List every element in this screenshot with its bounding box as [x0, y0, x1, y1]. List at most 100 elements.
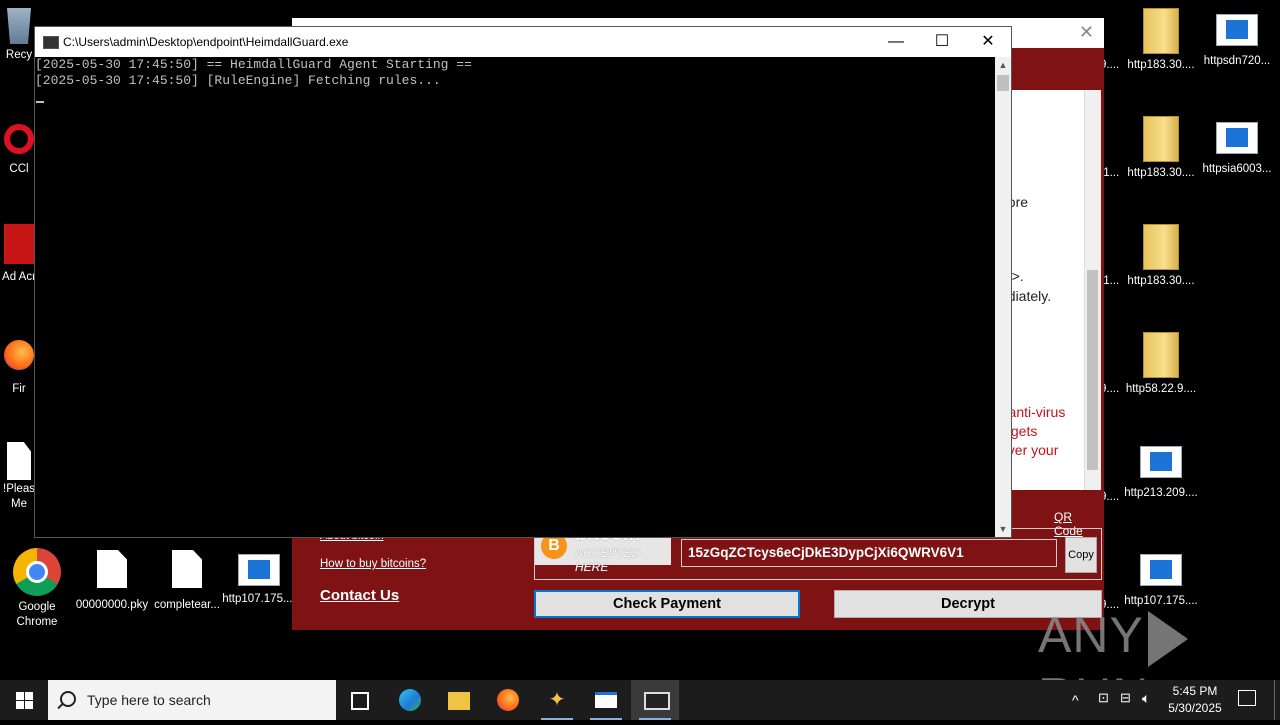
- desktop-icon-adobe-acrobat[interactable]: Ad Acr: [0, 224, 38, 285]
- taskbar-edge[interactable]: [386, 680, 434, 720]
- search-placeholder: Type here to search: [87, 692, 211, 708]
- desktop-icon-ccleaner[interactable]: CCl: [0, 120, 38, 177]
- play-logo-icon: [1147, 610, 1188, 667]
- desktop-icon-folder[interactable]: http58.22.9....: [1124, 332, 1198, 397]
- document-icon: [97, 550, 127, 588]
- text-cursor: [36, 101, 44, 103]
- desktop-icon-label: http213.209....: [1124, 487, 1198, 499]
- start-button[interactable]: [0, 680, 48, 720]
- message-scrollbar[interactable]: [1084, 90, 1101, 490]
- clock-date: 5/30/2025: [1168, 701, 1222, 715]
- taskbar-app-window[interactable]: [582, 680, 630, 720]
- close-icon[interactable]: ✕: [1079, 22, 1094, 43]
- web-shortcut-icon: [1216, 122, 1258, 154]
- desktop-icon-label: Ad Acr: [2, 271, 36, 283]
- web-shortcut-icon: [1216, 14, 1258, 46]
- minimize-button[interactable]: —: [873, 27, 919, 57]
- taskbar-console[interactable]: [631, 680, 679, 720]
- web-shortcut-icon: [1140, 446, 1182, 478]
- desktop-icon-label: Google Chrome: [16, 601, 58, 628]
- scrollbar-thumb[interactable]: [1087, 270, 1098, 470]
- firefox-icon: [497, 689, 519, 711]
- desktop-icon-recycle-bin[interactable]: Recy: [0, 8, 38, 63]
- desktop-icon-label: Recy: [5, 49, 33, 61]
- search-icon: [60, 691, 76, 707]
- tray-overflow-chevron-icon[interactable]: ^: [1072, 692, 1079, 708]
- desktop-icon-web-shortcut[interactable]: http213.209....: [1124, 440, 1198, 501]
- desktop-icon-web-shortcut[interactable]: httpsia6003...: [1200, 116, 1274, 177]
- desktop-icon-label: httpsia6003...: [1202, 163, 1272, 175]
- folder-icon: [1143, 224, 1179, 270]
- desktop-icon-label: http183.30....: [1127, 59, 1195, 71]
- desktop-icon-pky-file[interactable]: 00000000.pky: [75, 550, 149, 613]
- desktop-icon-google-chrome[interactable]: Google Chrome: [0, 548, 74, 630]
- console-line: [2025-05-30 17:45:50] [RuleEngine] Fetch…: [35, 73, 441, 88]
- folder-icon: [1143, 332, 1179, 378]
- desktop-icon-label: completear...: [154, 599, 220, 611]
- desktop-icon-folder[interactable]: http183.30....: [1124, 8, 1198, 73]
- console-line: [2025-05-30 17:45:50] == HeimdallGuard A…: [35, 57, 472, 72]
- folder-icon: [448, 692, 470, 710]
- volume-icon[interactable]: 🔈︎: [1142, 690, 1150, 707]
- scroll-up-arrow-icon[interactable]: ▲: [995, 57, 1011, 73]
- show-desktop-button[interactable]: [1274, 680, 1275, 720]
- desktop-icon-label: httpsdn720...: [1203, 55, 1271, 67]
- ccleaner-icon: [4, 124, 34, 154]
- bitcoin-address-field[interactable]: 15zGqZCTcys6eCjDkE3DypCjXi6QWRV6V1: [681, 539, 1057, 567]
- desktop-icon-label: !Pleas Me: [3, 483, 35, 510]
- network-icon[interactable]: ⊡: [1098, 690, 1109, 706]
- desktop-icon-http-shortcut[interactable]: http107.175....: [222, 548, 296, 607]
- console-scrollbar[interactable]: ▲ ▼: [995, 57, 1011, 537]
- task-view-icon: [351, 692, 369, 710]
- edge-icon: [399, 689, 421, 711]
- check-payment-button[interactable]: Check Payment: [534, 590, 800, 618]
- console-output[interactable]: [2025-05-30 17:45:50] == HeimdallGuard A…: [35, 57, 995, 537]
- console-icon: [644, 692, 670, 710]
- desktop-icon-label: http183.30....: [1127, 275, 1195, 287]
- desktop-icon-label: http183.30....: [1127, 167, 1195, 179]
- scrollbar-thumb[interactable]: [997, 75, 1009, 91]
- copy-button[interactable]: Copy: [1065, 537, 1097, 573]
- close-button[interactable]: ✕: [965, 27, 1011, 57]
- document-icon: [172, 550, 202, 588]
- watermark-left: ANY: [1038, 607, 1144, 663]
- desktop-icon-completear[interactable]: completear...: [150, 550, 224, 613]
- desktop-icon-web-shortcut[interactable]: httpsdn720...: [1200, 8, 1274, 69]
- web-shortcut-icon: [1140, 554, 1182, 586]
- search-box[interactable]: Type here to search: [48, 680, 336, 720]
- taskbar-app-wand[interactable]: ✦: [533, 680, 581, 720]
- maximize-button[interactable]: ☐: [919, 27, 965, 57]
- folder-icon: [1143, 116, 1179, 162]
- desktop-icon-label: 00000000.pky: [75, 599, 149, 611]
- desktop-icon-label: http58.22.9....: [1125, 383, 1197, 395]
- desktop-icon-folder[interactable]: http183.30....: [1124, 116, 1198, 181]
- document-icon: [7, 442, 31, 480]
- notification-center-icon[interactable]: [1238, 690, 1256, 706]
- clock[interactable]: 5:45 PM 5/30/2025: [1160, 683, 1230, 717]
- desktop-icon-label: CCl: [9, 163, 29, 175]
- clock-time: 5:45 PM: [1172, 684, 1218, 698]
- task-view-button[interactable]: [336, 680, 384, 720]
- console-app-icon: [43, 36, 59, 49]
- desktop-icon-readme[interactable]: !Pleas Me: [0, 442, 38, 512]
- desktop-icon-label: http107.175....: [222, 593, 296, 605]
- console-titlebar[interactable]: C:\Users\admin\Desktop\endpoint\Heimdall…: [35, 27, 1011, 57]
- acrobat-icon: [4, 224, 34, 264]
- how-to-buy-bitcoins-link[interactable]: How to buy bitcoins?: [320, 558, 426, 570]
- scroll-down-arrow-icon[interactable]: ▼: [995, 521, 1011, 537]
- app-window-icon: [595, 692, 617, 708]
- taskbar-firefox[interactable]: [484, 680, 532, 720]
- bitcoin-badge-text: ACCEPTED HERE: [575, 546, 641, 574]
- firefox-icon: [4, 340, 34, 370]
- contact-us-link[interactable]: Contact Us: [320, 587, 399, 604]
- console-window[interactable]: C:\Users\admin\Desktop\endpoint\Heimdall…: [34, 26, 1012, 538]
- folder-icon: [1143, 8, 1179, 54]
- ethernet-icon[interactable]: ⊟: [1120, 690, 1131, 706]
- taskbar-file-explorer[interactable]: [435, 680, 483, 720]
- desktop-icon-web-shortcut[interactable]: http107.175....: [1124, 548, 1198, 609]
- taskbar: Type here to search ✦ ^ ⊡ ⊟ 🔈︎ 5:45 PM 5…: [0, 680, 1280, 720]
- window-title: C:\Users\admin\Desktop\endpoint\Heimdall…: [63, 35, 349, 49]
- magic-wand-icon: ✦: [548, 689, 566, 711]
- desktop-icon-firefox[interactable]: Fir: [0, 336, 38, 397]
- desktop-icon-folder[interactable]: http183.30....: [1124, 224, 1198, 289]
